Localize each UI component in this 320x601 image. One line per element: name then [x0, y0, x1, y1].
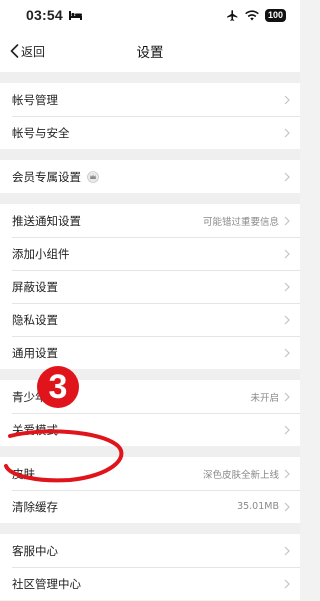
row-clear-cache[interactable]: 清除缓存 35.01MB: [0, 490, 300, 523]
status-time: 03:54: [26, 7, 82, 23]
row-label: 清除缓存: [12, 499, 58, 514]
bed-icon: [68, 10, 82, 20]
row-block-settings[interactable]: 屏蔽设置: [0, 270, 300, 303]
row-customer-service[interactable]: 客服中心: [0, 534, 300, 567]
chevron-right-icon: [284, 502, 290, 511]
row-privacy-settings[interactable]: 隐私设置: [0, 303, 300, 336]
group-divider: [0, 369, 300, 380]
group-divider: [0, 446, 300, 457]
row-label: 帐号与安全: [12, 125, 70, 140]
row-label: 添加小组件: [12, 246, 70, 261]
group-divider: [0, 523, 300, 534]
row-value: 可能错过重要信息: [202, 216, 279, 228]
settings-group-appearance: 皮肤 深色皮肤全新上线 清除缓存 35.01MB: [0, 457, 300, 523]
row-add-widget[interactable]: 添加小组件: [0, 237, 300, 270]
chevron-right-icon: [284, 579, 290, 588]
nav-bar: 返回 设置: [0, 30, 300, 72]
wifi-icon: [245, 9, 259, 20]
chevron-right-icon: [284, 282, 290, 291]
chevron-right-icon: [284, 392, 290, 401]
battery-indicator: 100: [264, 8, 286, 22]
back-label: 返回: [21, 44, 46, 59]
row-label: 皮肤: [12, 466, 35, 481]
group-divider: [0, 193, 300, 204]
row-care-mode[interactable]: 关爱模式: [0, 413, 300, 446]
chevron-right-icon: [284, 348, 290, 357]
row-value: 未开启: [250, 392, 279, 404]
row-member-settings[interactable]: 会员专属设置: [0, 160, 300, 193]
row-push-notifications[interactable]: 推送通知设置 可能错过重要信息: [0, 204, 300, 237]
row-label: 帐号管理: [12, 92, 58, 107]
chevron-right-icon: [284, 95, 290, 104]
row-label: 青少年模式: [12, 389, 70, 404]
row-label: 会员专属设置: [12, 169, 81, 184]
page-title: 设置: [136, 45, 164, 61]
settings-group-modes: 青少年模式 未开启 关爱模式: [0, 380, 300, 446]
chevron-right-icon: [284, 315, 290, 324]
status-bar: 03:54 100: [0, 0, 300, 30]
chevron-right-icon: [284, 216, 290, 225]
group-divider: [0, 149, 300, 160]
row-label: 客服中心: [12, 543, 58, 558]
group-divider: [0, 72, 300, 83]
settings-group-general: 推送通知设置 可能错过重要信息 添加小组件 屏蔽设置 隐私设置 通用设置: [0, 204, 300, 369]
settings-group-support: 客服中心 社区管理中心: [0, 534, 300, 600]
chevron-right-icon: [284, 469, 290, 478]
row-label: 隐私设置: [12, 312, 58, 327]
row-account-management[interactable]: 帐号管理: [0, 83, 300, 116]
status-icons: 100: [226, 8, 286, 22]
row-label: 关爱模式: [12, 422, 58, 437]
row-general-settings[interactable]: 通用设置: [0, 336, 300, 369]
back-button[interactable]: 返回: [10, 30, 45, 72]
settings-group-account: 帐号管理 帐号与安全: [0, 83, 300, 149]
row-value: 深色皮肤全新上线: [202, 469, 279, 481]
row-label: 通用设置: [12, 345, 58, 360]
settings-group-membership: 会员专属设置: [0, 160, 300, 193]
chevron-left-icon: [10, 44, 19, 58]
row-label: 推送通知设置: [12, 213, 81, 228]
chevron-right-icon: [284, 172, 290, 181]
row-value: 35.01MB: [237, 501, 279, 512]
chevron-right-icon: [284, 425, 290, 434]
row-skin[interactable]: 皮肤 深色皮肤全新上线: [0, 457, 300, 490]
chevron-right-icon: [284, 546, 290, 555]
settings-list: 帐号管理 帐号与安全 会员专属设置 推送通知设置 可能错过重要信息 添加小组件 …: [0, 72, 300, 600]
chevron-right-icon: [284, 249, 290, 258]
airplane-icon: [227, 9, 238, 21]
row-label: 屏蔽设置: [12, 279, 58, 294]
clock-text: 03:54: [26, 7, 63, 23]
row-youth-mode[interactable]: 青少年模式 未开启: [0, 380, 300, 413]
row-community-management[interactable]: 社区管理中心: [0, 567, 300, 600]
row-label: 社区管理中心: [12, 576, 81, 591]
vip-crown-icon: [87, 170, 99, 183]
row-account-security[interactable]: 帐号与安全: [0, 116, 300, 149]
chevron-right-icon: [284, 128, 290, 137]
